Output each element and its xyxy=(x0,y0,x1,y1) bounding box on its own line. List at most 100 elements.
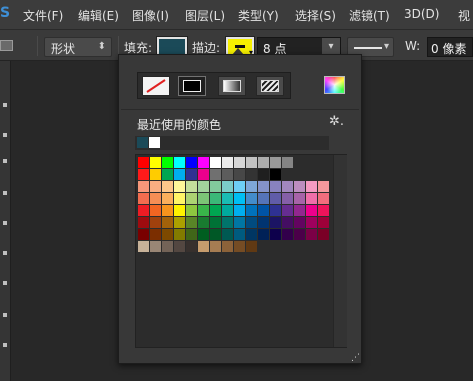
color-swatch[interactable] xyxy=(234,193,245,204)
color-swatch[interactable] xyxy=(150,217,161,228)
width-field[interactable]: 0 像素 xyxy=(427,37,473,57)
color-swatch[interactable] xyxy=(246,181,257,192)
color-swatch[interactable] xyxy=(246,169,257,180)
menu-type[interactable]: 类型(Y) xyxy=(238,7,279,24)
color-swatch[interactable] xyxy=(150,193,161,204)
color-swatch[interactable] xyxy=(270,169,281,180)
recent-color-swatch[interactable] xyxy=(149,137,160,148)
color-swatch[interactable] xyxy=(246,241,257,252)
color-swatch[interactable] xyxy=(234,157,245,168)
color-swatch[interactable] xyxy=(150,181,161,192)
color-swatch[interactable] xyxy=(270,157,281,168)
color-swatch[interactable] xyxy=(234,241,245,252)
color-swatch[interactable] xyxy=(210,205,221,216)
tool-icon[interactable] xyxy=(3,343,7,347)
menu-select[interactable]: 选择(S) xyxy=(295,7,336,24)
color-swatch[interactable] xyxy=(234,217,245,228)
solid-color-icon[interactable] xyxy=(178,76,206,96)
color-swatch[interactable] xyxy=(174,169,185,180)
color-swatch[interactable] xyxy=(234,181,245,192)
color-swatch[interactable] xyxy=(150,241,161,252)
color-swatch[interactable] xyxy=(282,157,293,168)
color-swatch[interactable] xyxy=(234,169,245,180)
color-swatch[interactable] xyxy=(162,157,173,168)
color-swatch[interactable] xyxy=(150,169,161,180)
color-swatch[interactable] xyxy=(198,229,209,240)
color-swatch[interactable] xyxy=(294,229,305,240)
color-swatch[interactable] xyxy=(270,217,281,228)
color-swatch[interactable] xyxy=(174,181,185,192)
tool-icon[interactable] xyxy=(3,313,7,317)
shape-mode-dropdown[interactable]: 形状 ⬍ xyxy=(44,37,112,57)
menu-file[interactable]: 文件(F) xyxy=(23,7,63,24)
color-swatch[interactable] xyxy=(270,181,281,192)
pattern-icon[interactable] xyxy=(256,76,284,96)
color-swatch[interactable] xyxy=(174,205,185,216)
color-swatch[interactable] xyxy=(258,229,269,240)
color-swatch[interactable] xyxy=(234,205,245,216)
color-swatch[interactable] xyxy=(210,241,221,252)
tool-icon[interactable] xyxy=(3,221,7,225)
color-swatch[interactable] xyxy=(246,157,257,168)
color-swatch[interactable] xyxy=(174,217,185,228)
tool-icon[interactable] xyxy=(3,281,7,285)
color-swatch[interactable] xyxy=(270,205,281,216)
color-swatch[interactable] xyxy=(186,229,197,240)
color-swatch[interactable] xyxy=(234,229,245,240)
color-swatch[interactable] xyxy=(138,193,149,204)
color-swatch[interactable] xyxy=(198,181,209,192)
color-swatch[interactable] xyxy=(210,217,221,228)
color-swatch[interactable] xyxy=(162,193,173,204)
menu-filter[interactable]: 滤镜(T) xyxy=(349,7,390,24)
color-swatch[interactable] xyxy=(138,229,149,240)
color-swatch[interactable] xyxy=(138,217,149,228)
color-swatch[interactable] xyxy=(162,229,173,240)
color-swatch[interactable] xyxy=(198,157,209,168)
color-swatch[interactable] xyxy=(246,217,257,228)
menu-layer[interactable]: 图层(L) xyxy=(185,7,225,24)
color-swatch[interactable] xyxy=(270,229,281,240)
tool-icon[interactable] xyxy=(3,191,7,195)
color-swatch[interactable] xyxy=(282,193,293,204)
color-swatch[interactable] xyxy=(282,181,293,192)
color-swatch[interactable] xyxy=(162,205,173,216)
menu-image[interactable]: 图像(I) xyxy=(132,7,169,24)
color-swatch[interactable] xyxy=(210,181,221,192)
gear-icon[interactable]: ✲. xyxy=(329,114,344,129)
color-swatch[interactable] xyxy=(318,205,329,216)
color-swatch[interactable] xyxy=(222,229,233,240)
color-swatch[interactable] xyxy=(138,181,149,192)
color-swatch[interactable] xyxy=(162,169,173,180)
color-swatch[interactable] xyxy=(174,229,185,240)
color-swatch[interactable] xyxy=(198,193,209,204)
no-color-icon[interactable] xyxy=(142,76,170,96)
color-picker-icon[interactable] xyxy=(324,76,345,94)
color-swatch[interactable] xyxy=(258,181,269,192)
tool-icon[interactable] xyxy=(3,103,7,107)
color-swatch[interactable] xyxy=(186,169,197,180)
color-swatch[interactable] xyxy=(270,193,281,204)
gradient-icon[interactable] xyxy=(218,76,246,96)
color-swatch[interactable] xyxy=(306,181,317,192)
color-swatch[interactable] xyxy=(210,169,221,180)
color-swatch[interactable] xyxy=(138,157,149,168)
color-swatch[interactable] xyxy=(258,217,269,228)
color-swatch[interactable] xyxy=(258,205,269,216)
recent-color-swatch[interactable] xyxy=(137,137,148,148)
color-swatch[interactable] xyxy=(282,229,293,240)
color-swatch[interactable] xyxy=(318,181,329,192)
color-swatch[interactable] xyxy=(210,157,221,168)
color-swatch[interactable] xyxy=(198,241,209,252)
color-swatch[interactable] xyxy=(198,217,209,228)
color-swatch[interactable] xyxy=(174,157,185,168)
color-swatch[interactable] xyxy=(294,217,305,228)
tool-icon[interactable] xyxy=(3,133,7,137)
color-swatch[interactable] xyxy=(294,205,305,216)
color-swatch[interactable] xyxy=(150,205,161,216)
swatch-scrollbar[interactable] xyxy=(333,155,347,347)
color-swatch[interactable] xyxy=(138,241,149,252)
color-swatch[interactable] xyxy=(258,169,269,180)
color-swatch[interactable] xyxy=(186,181,197,192)
color-swatch[interactable] xyxy=(294,193,305,204)
color-swatch[interactable] xyxy=(258,193,269,204)
